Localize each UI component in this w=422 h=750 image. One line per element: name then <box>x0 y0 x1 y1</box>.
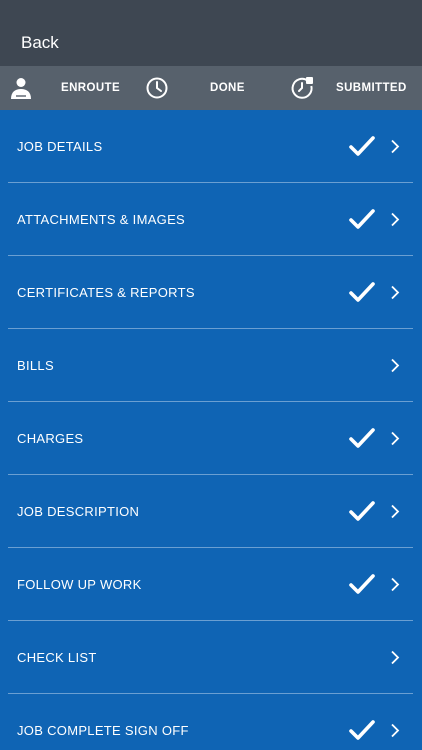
chevron-right-icon <box>391 504 400 519</box>
person-icon <box>11 78 31 99</box>
checkmark-icon <box>349 574 375 594</box>
chevron-right-icon <box>391 577 400 592</box>
chevron-right-icon <box>391 139 400 154</box>
list-item-certificates-reports[interactable]: CERTIFICATES & REPORTS <box>0 256 422 329</box>
navigation-bar: Back <box>0 0 422 66</box>
status-submitted[interactable]: SUBMITTED <box>336 81 407 95</box>
submitted-clock-icon <box>291 77 313 99</box>
list-item-label: JOB DETAILS <box>17 139 103 154</box>
list-item-label: ATTACHMENTS & IMAGES <box>17 212 186 227</box>
list-item-label: JOB COMPLETE SIGN OFF <box>17 723 189 738</box>
checkmark-icon <box>349 282 375 302</box>
checkmark-icon <box>349 720 375 740</box>
clock-icon <box>146 77 168 99</box>
chevron-right-icon <box>391 650 400 665</box>
job-status-bar: ENROUTE DONE SUBMITTED <box>0 66 422 110</box>
checkmark-icon <box>349 501 375 521</box>
chevron-right-icon <box>391 723 400 738</box>
chevron-right-icon <box>391 285 400 300</box>
status-enroute[interactable]: ENROUTE <box>61 81 120 95</box>
list-item-label: CHECK LIST <box>17 650 97 665</box>
list-item-attachments-images[interactable]: ATTACHMENTS & IMAGES <box>0 183 422 256</box>
list-item-job-details[interactable]: JOB DETAILS <box>0 110 422 183</box>
list-item-label: CERTIFICATES & REPORTS <box>17 285 195 300</box>
list-item-follow-up-work[interactable]: FOLLOW UP WORK <box>0 548 422 621</box>
list-item-job-description[interactable]: JOB DESCRIPTION <box>0 475 422 548</box>
list-item-check-list[interactable]: CHECK LIST <box>0 621 422 694</box>
checkmark-icon <box>349 209 375 229</box>
chevron-right-icon <box>391 212 400 227</box>
list-item-label: CHARGES <box>17 431 84 446</box>
list-item-bills[interactable]: BILLS <box>0 329 422 402</box>
list-item-label: BILLS <box>17 358 54 373</box>
list-item-charges[interactable]: CHARGES <box>0 402 422 475</box>
checkmark-icon <box>349 428 375 448</box>
status-done[interactable]: DONE <box>210 81 245 95</box>
back-button[interactable]: Back <box>21 32 59 54</box>
list-item-job-complete-sign-off[interactable]: JOB COMPLETE SIGN OFF <box>0 694 422 750</box>
checkmark-icon <box>349 136 375 156</box>
chevron-right-icon <box>391 358 400 373</box>
job-menu-list: JOB DETAILS ATTACHMENTS & IMAGES CERTIFI… <box>0 110 422 750</box>
chevron-right-icon <box>391 431 400 446</box>
list-item-label: JOB DESCRIPTION <box>17 504 140 519</box>
list-item-label: FOLLOW UP WORK <box>17 577 142 592</box>
